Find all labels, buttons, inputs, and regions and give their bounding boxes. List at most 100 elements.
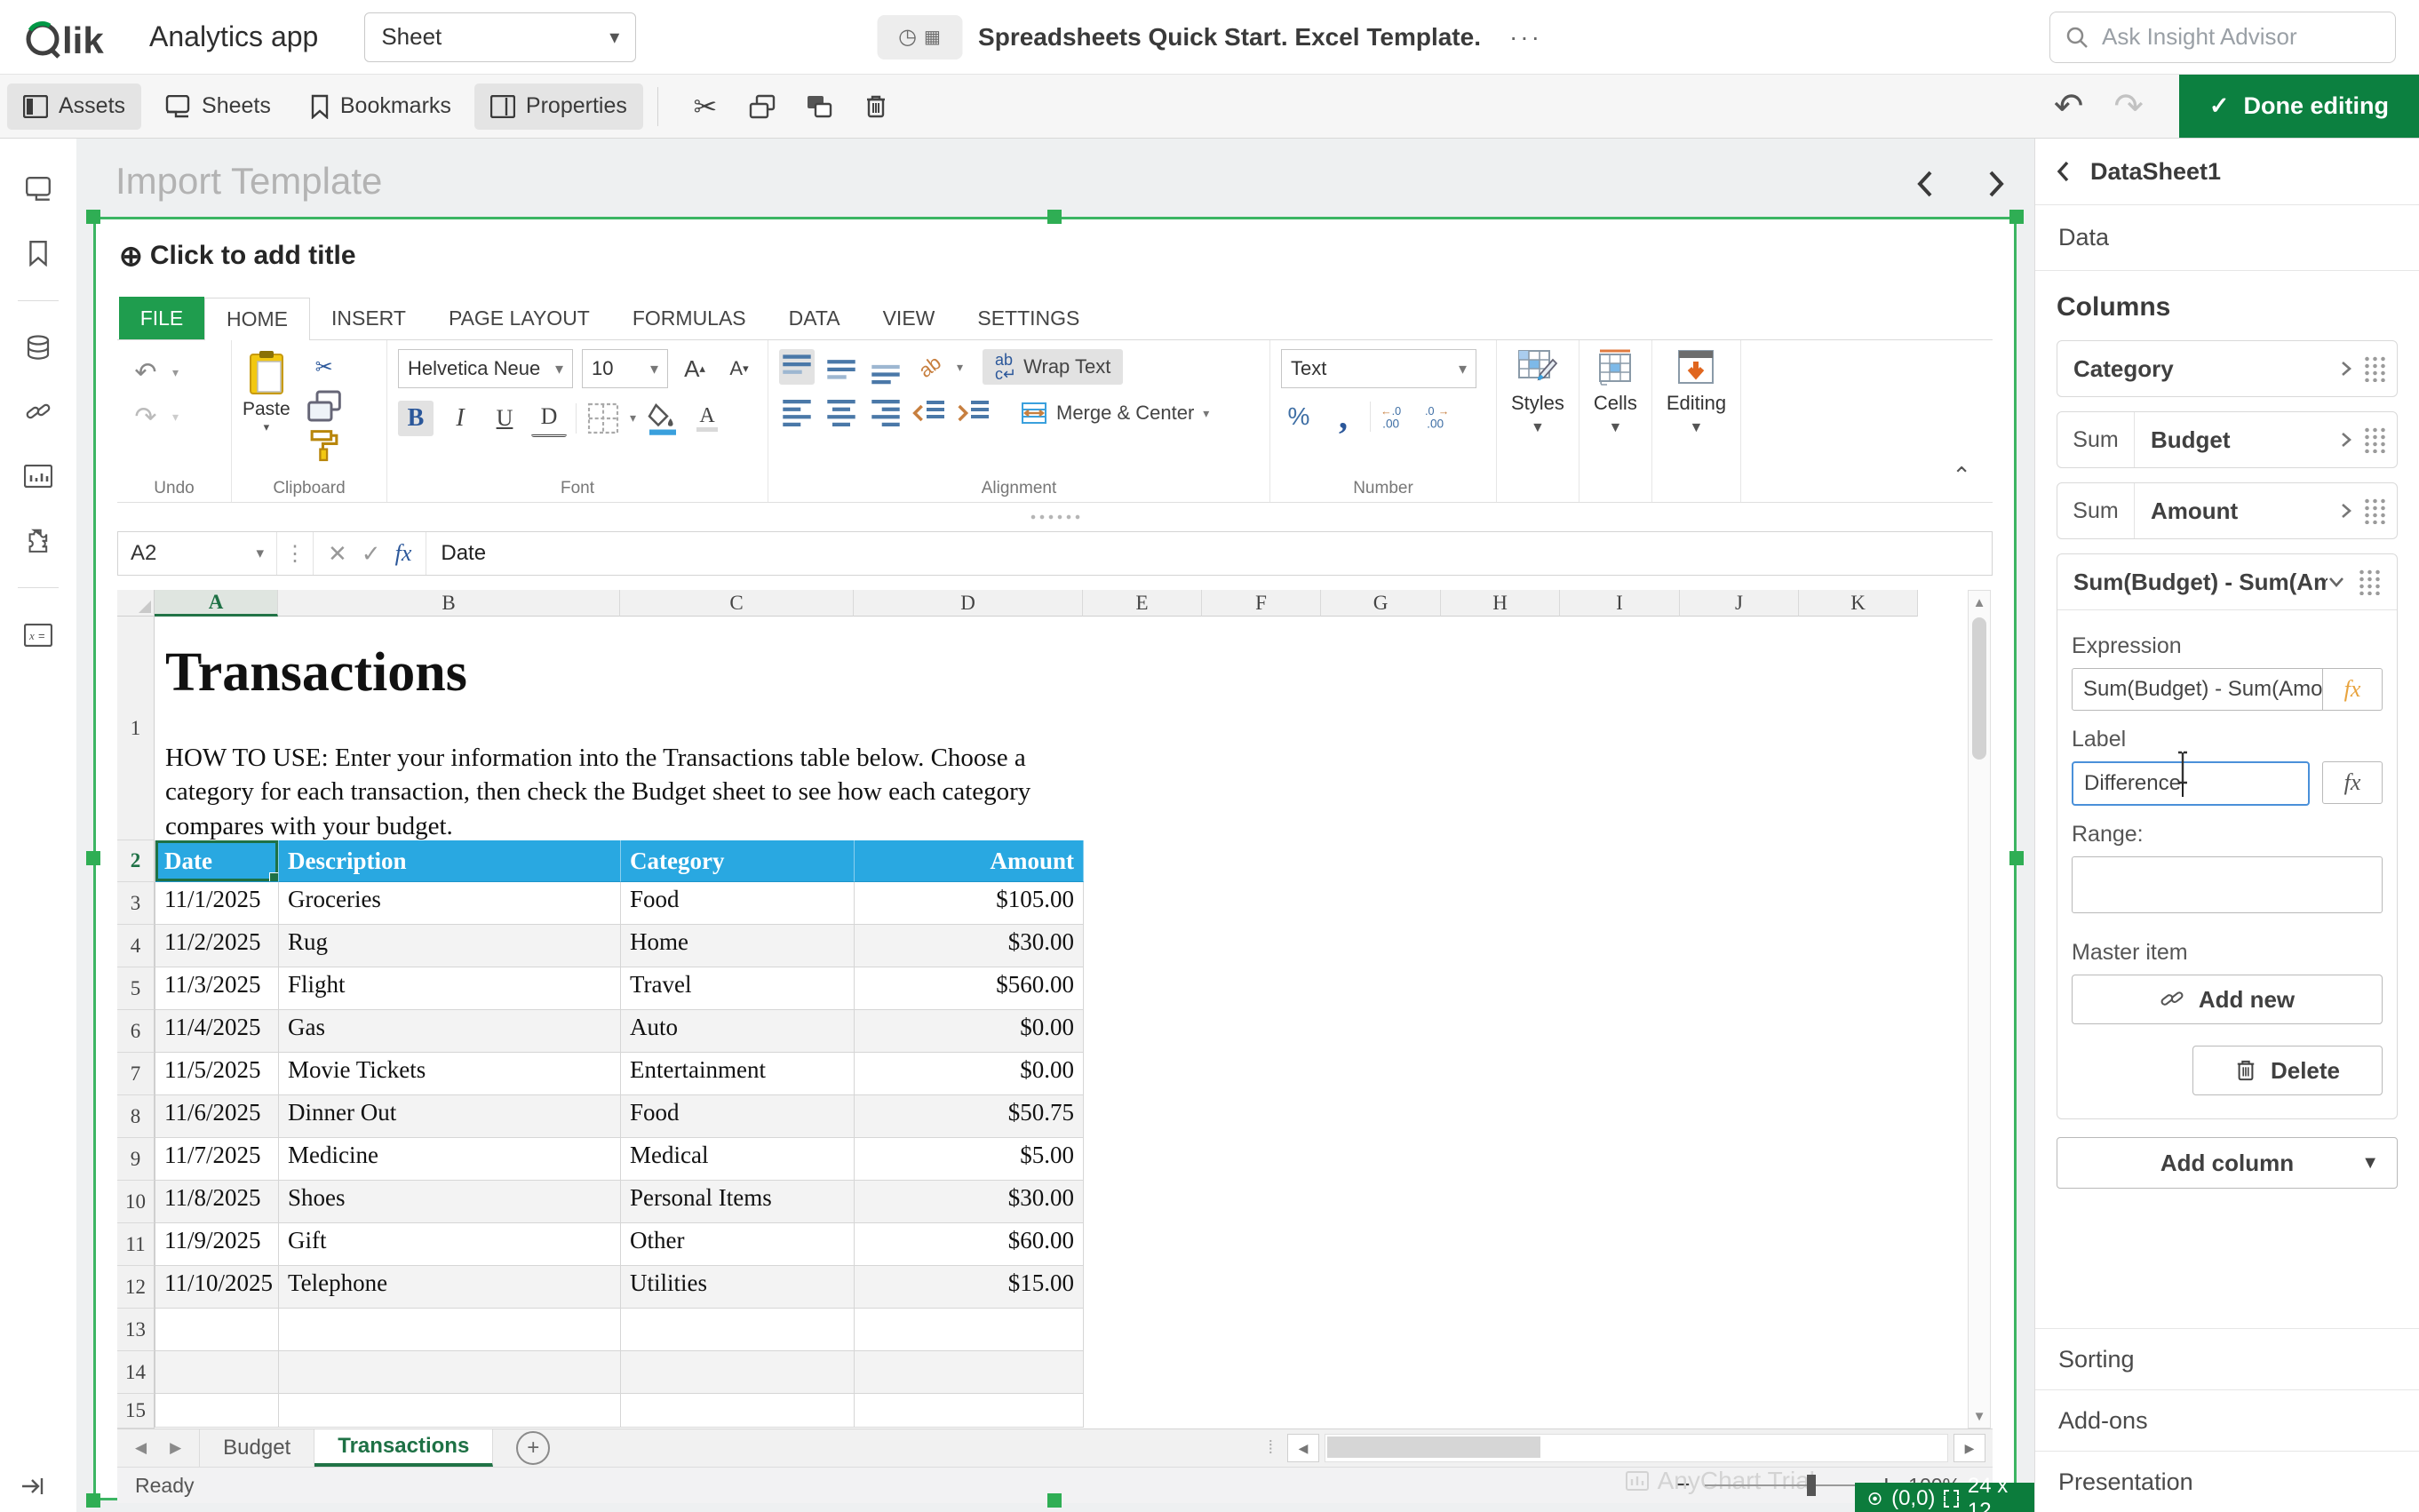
expression-fx-button[interactable]: fx: [2323, 668, 2383, 711]
column-header-K[interactable]: K: [1799, 590, 1918, 617]
column-header-C[interactable]: C: [620, 590, 854, 617]
ribbon-cut-button[interactable]: ✂: [306, 349, 342, 385]
underline-button[interactable]: U: [487, 401, 522, 436]
table-cell-empty[interactable]: [155, 1309, 279, 1351]
font-name-dropdown[interactable]: Helvetica Neue▾: [398, 349, 573, 388]
cancel-entry-icon[interactable]: ✕: [328, 540, 347, 568]
table-header-cell[interactable]: Date: [155, 840, 279, 882]
table-cell[interactable]: Home: [621, 925, 855, 967]
wrap-text-button[interactable]: abc↵ Wrap Text: [983, 349, 1123, 385]
accordion-presentation[interactable]: Presentation: [2035, 1451, 2419, 1512]
scroll-left-icon[interactable]: ◀: [1287, 1434, 1319, 1462]
table-cell[interactable]: Food: [621, 882, 855, 925]
table-cell[interactable]: Flight: [279, 967, 621, 1010]
row-header-4[interactable]: 4: [117, 925, 155, 967]
table-cell[interactable]: 11/6/2025: [155, 1095, 279, 1138]
table-cell[interactable]: 11/4/2025: [155, 1010, 279, 1053]
table-cell-empty[interactable]: [279, 1351, 621, 1394]
collapse-rail-icon[interactable]: [20, 1475, 46, 1498]
splitter-handle-icon[interactable]: ⁞: [1268, 1438, 1273, 1459]
delete-column-button[interactable]: Delete: [2192, 1046, 2383, 1095]
more-menu-icon[interactable]: ···: [1509, 23, 1542, 52]
column-header-G[interactable]: G: [1321, 590, 1441, 617]
spreadsheet-grid[interactable]: ABCDEFGHIJK 123456789101112131415 Transa…: [117, 590, 1993, 1428]
add-column-button[interactable]: Add column ▼: [2057, 1137, 2398, 1189]
table-cell[interactable]: Medical: [621, 1138, 855, 1181]
table-cell[interactable]: $560.00: [855, 967, 1084, 1010]
table-cell[interactable]: 11/10/2025: [155, 1266, 279, 1309]
file-tab[interactable]: FILE: [119, 297, 204, 339]
table-cell-empty[interactable]: [621, 1309, 855, 1351]
scroll-up-icon[interactable]: ▲: [1969, 591, 1990, 614]
ribbon-copy-button[interactable]: [306, 388, 342, 424]
table-header-cell[interactable]: Amount: [855, 840, 1084, 882]
table-cell-empty[interactable]: [855, 1309, 1084, 1351]
percent-style-button[interactable]: %: [1281, 399, 1317, 434]
sheet-title-placeholder[interactable]: Import Template: [115, 160, 382, 203]
row-header-1[interactable]: 1: [117, 617, 155, 840]
expanded-column-header[interactable]: Sum(Budget) - Sum(Amount): [2057, 554, 2397, 610]
row-header-8[interactable]: 8: [117, 1095, 155, 1138]
column-header-B[interactable]: B: [278, 590, 620, 617]
row-header-12[interactable]: 12: [117, 1266, 155, 1309]
next-sheet-icon[interactable]: [1986, 169, 2006, 199]
ribbon-drag-strip[interactable]: [117, 503, 1993, 531]
decrease-font-button[interactable]: A▾: [721, 351, 757, 386]
scroll-down-icon[interactable]: ▼: [1969, 1405, 1990, 1428]
row-header-7[interactable]: 7: [117, 1053, 155, 1095]
rail-sheets-icon[interactable]: [21, 172, 55, 206]
align-right-button[interactable]: [868, 395, 903, 431]
borders-button[interactable]: [585, 401, 621, 436]
rail-variables-icon[interactable]: x=: [21, 618, 55, 652]
name-box-splitter[interactable]: ⋮: [276, 532, 313, 575]
table-cell[interactable]: Shoes: [279, 1181, 621, 1223]
selection-handle[interactable]: [86, 210, 100, 224]
table-cell[interactable]: Movie Tickets: [279, 1053, 621, 1095]
row-header-11[interactable]: 11: [117, 1223, 155, 1266]
drag-handle-icon[interactable]: [2358, 569, 2381, 595]
confirm-entry-icon[interactable]: ✓: [362, 540, 381, 568]
selection-handle[interactable]: [86, 1493, 100, 1508]
table-cell[interactable]: Personal Items: [621, 1181, 855, 1223]
table-cell[interactable]: $0.00: [855, 1053, 1084, 1095]
done-editing-button[interactable]: ✓ Done editing: [2179, 75, 2419, 138]
selection-handle[interactable]: [86, 851, 100, 865]
column-header-D[interactable]: D: [854, 590, 1083, 617]
table-cell[interactable]: Rug: [279, 925, 621, 967]
delete-button[interactable]: [852, 84, 900, 130]
select-all-corner[interactable]: [117, 590, 155, 617]
table-cell[interactable]: Gift: [279, 1223, 621, 1266]
ribbon-tab-page-layout[interactable]: PAGE LAYOUT: [427, 297, 611, 339]
add-new-master-item-button[interactable]: Add new: [2072, 975, 2383, 1024]
add-title-button[interactable]: ⊕ Click to add title: [119, 239, 356, 273]
ribbon-tab-data[interactable]: DATA: [768, 297, 862, 339]
row-header-6[interactable]: 6: [117, 1010, 155, 1053]
table-cell[interactable]: $15.00: [855, 1266, 1084, 1309]
comma-style-button[interactable]: ,: [1325, 399, 1361, 434]
table-cell[interactable]: Travel: [621, 967, 855, 1010]
collapse-ribbon-icon[interactable]: ⌃: [1930, 340, 1993, 502]
table-cell[interactable]: $50.75: [855, 1095, 1084, 1138]
column-header-F[interactable]: F: [1202, 590, 1321, 617]
fill-color-button[interactable]: [645, 401, 680, 436]
column-card-category[interactable]: Category: [2057, 340, 2398, 397]
undo-button[interactable]: ↶: [2054, 86, 2084, 127]
table-cell[interactable]: 11/3/2025: [155, 967, 279, 1010]
font-color-button[interactable]: A: [689, 401, 725, 436]
table-cell[interactable]: 11/5/2025: [155, 1053, 279, 1095]
rail-extensions-icon[interactable]: [21, 523, 55, 557]
cut-button[interactable]: ✂: [681, 84, 729, 130]
drag-handle-icon[interactable]: [2363, 426, 2386, 453]
rail-master-items-icon[interactable]: [21, 395, 55, 429]
table-cell[interactable]: 11/9/2025: [155, 1223, 279, 1266]
horizontal-scroll-thumb[interactable]: [1327, 1436, 1540, 1458]
table-cell[interactable]: $105.00: [855, 882, 1084, 925]
merge-center-button[interactable]: Merge & Center ▾: [1012, 395, 1218, 431]
column-header-A[interactable]: A: [155, 590, 278, 617]
properties-button[interactable]: Properties: [474, 84, 643, 130]
table-cell[interactable]: Telephone: [279, 1266, 621, 1309]
ribbon-tab-insert[interactable]: INSERT: [310, 297, 427, 339]
prev-tab-icon[interactable]: ◀: [135, 1439, 147, 1457]
table-cell[interactable]: Food: [621, 1095, 855, 1138]
bookmarks-button[interactable]: Bookmarks: [294, 84, 467, 130]
